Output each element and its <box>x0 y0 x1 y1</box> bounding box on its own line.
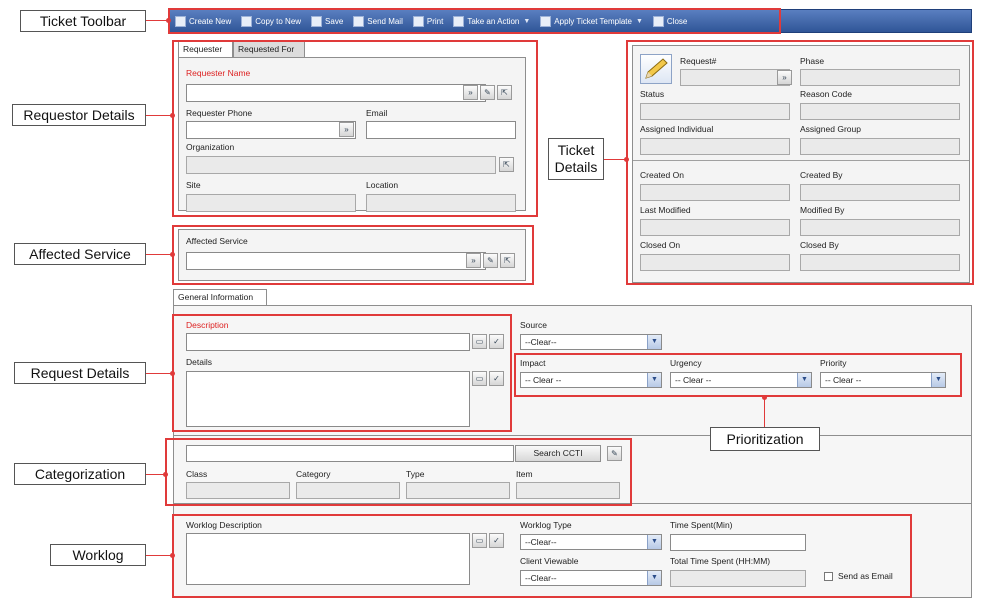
prioritization-highlight <box>514 353 962 397</box>
tab-general-information[interactable]: General Information <box>173 289 267 305</box>
callout-request-details: Request Details <box>14 362 146 384</box>
callout-ticket-details: Ticket Details <box>548 138 604 180</box>
toolbar-highlight <box>168 8 781 34</box>
callout-affected-service: Affected Service <box>14 243 146 265</box>
callout-requestor-details: Requestor Details <box>12 104 146 126</box>
callout-worklog: Worklog <box>50 544 146 566</box>
worklog-highlight <box>172 514 912 598</box>
categorization-highlight <box>165 438 632 506</box>
ticket-details-highlight <box>626 40 974 285</box>
dropdown-arrow-icon: ▼ <box>647 335 661 349</box>
callout-ticket-toolbar: Ticket Toolbar <box>20 10 146 32</box>
source-select[interactable]: --Clear-- ▼ <box>520 334 662 350</box>
callout-categorization: Categorization <box>14 463 146 485</box>
request-details-highlight <box>172 314 512 432</box>
callout-prioritization: Prioritization <box>710 427 820 451</box>
source-label: Source <box>520 320 547 330</box>
requestor-highlight <box>172 40 538 217</box>
affected-service-highlight <box>172 225 534 285</box>
